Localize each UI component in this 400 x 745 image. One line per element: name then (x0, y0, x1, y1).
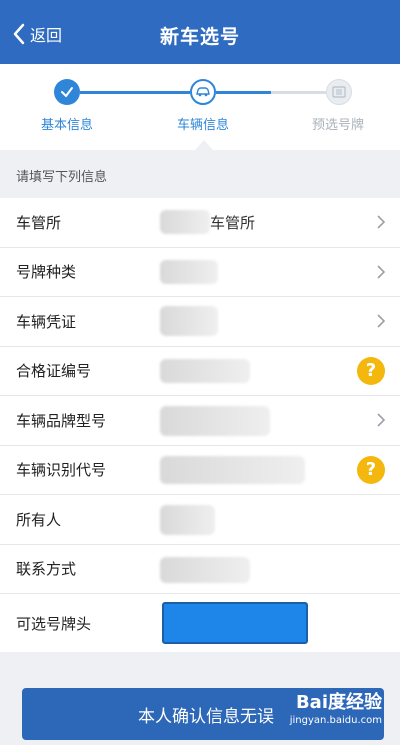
field-label: 车辆品牌型号 (16, 411, 107, 430)
chevron-right-icon (377, 265, 386, 279)
chevron-right-icon (377, 215, 386, 229)
help-icon[interactable]: ? (357, 455, 385, 484)
watermark-url: jingyan.baidu.com (289, 715, 382, 726)
field-label: 号牌种类 (16, 263, 77, 282)
field-plate-type[interactable]: 号牌种类 (0, 248, 400, 297)
step-label-preselect-plate: 预选号牌 (311, 118, 364, 133)
step-progress: 基本信息 车辆信息 预选号牌 (0, 64, 400, 150)
blurred-value (160, 259, 218, 284)
watermark: Bai度经验 jingyan.baidu.com (290, 694, 382, 726)
field-vin[interactable]: 车辆识别代号 ? (0, 446, 400, 495)
step-label-basic-info: 基本信息 (40, 118, 93, 133)
step-connector (271, 91, 326, 94)
help-icon[interactable]: ? (357, 356, 385, 385)
plate-prefix-select[interactable] (162, 602, 308, 644)
field-vehicle-office[interactable]: 车管所 车管所 (0, 198, 400, 248)
field-label: 所有人 (16, 510, 62, 529)
blurred-value (160, 505, 215, 535)
step-label-vehicle-info: 车辆信息 (176, 118, 229, 133)
confirm-label: 本人确认信息无误 (138, 706, 274, 727)
check-icon (61, 87, 73, 97)
plate-icon (332, 86, 346, 98)
vehicle-info-form: 车管所 车管所 号牌种类 车辆凭证 合格证编号 ? 车辆品牌型号 车辆识别代号 … (0, 198, 400, 652)
field-label: 车管所 (16, 213, 62, 232)
watermark-logo-text: Bai度经验 (295, 692, 382, 713)
blurred-value (160, 306, 218, 336)
field-label: 可选号牌头 (16, 614, 92, 633)
blurred-value (160, 556, 250, 583)
field-brand-model[interactable]: 车辆品牌型号 (0, 396, 400, 446)
blurred-value (160, 210, 210, 234)
page-title: 新车选号 (159, 26, 240, 48)
field-label: 车辆识别代号 (16, 461, 107, 480)
form-hint: 请填写下列信息 (16, 170, 108, 185)
field-certificate-number[interactable]: 合格证编号 ? (0, 347, 400, 396)
blurred-value (160, 358, 250, 383)
field-label: 合格证编号 (16, 362, 92, 381)
field-vehicle-certificate[interactable]: 车辆凭证 (0, 297, 400, 347)
field-contact[interactable]: 联系方式 (0, 545, 400, 594)
top-nav-bar: 返回 新车选号 (0, 0, 400, 64)
chevron-right-icon (377, 314, 386, 328)
field-label: 车辆凭证 (16, 312, 77, 331)
blurred-value (160, 455, 305, 484)
step-connector (216, 91, 271, 94)
field-plate-prefix[interactable]: 可选号牌头 (0, 594, 400, 652)
car-icon (196, 87, 210, 97)
field-owner[interactable]: 所有人 (0, 495, 400, 545)
step-connector (80, 91, 190, 94)
blurred-value (160, 406, 270, 436)
chevron-right-icon (377, 413, 386, 427)
field-value: 车管所 (210, 213, 256, 232)
step-pending-marker (326, 79, 352, 105)
field-label: 联系方式 (16, 560, 77, 579)
step-active-marker (190, 79, 216, 105)
step-done-marker (54, 79, 80, 105)
active-step-pointer (195, 140, 213, 150)
